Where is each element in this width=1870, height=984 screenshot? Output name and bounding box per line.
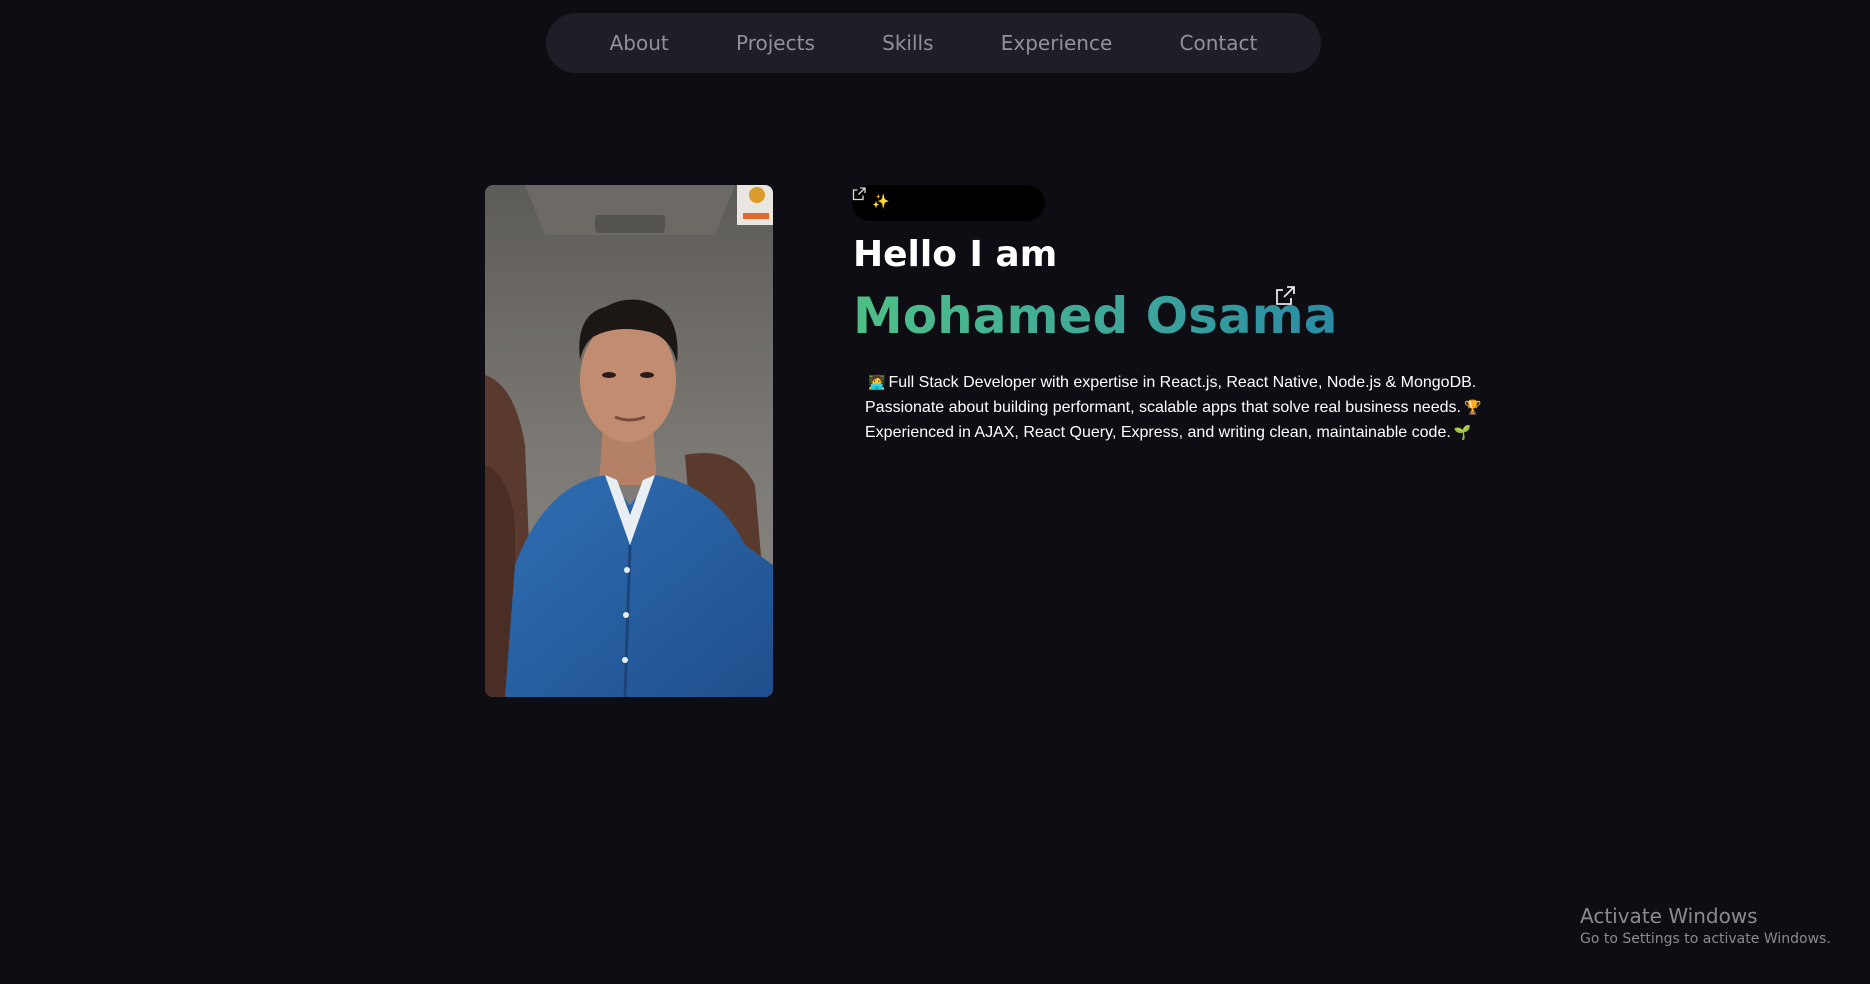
- windows-activation-watermark: Activate Windows Go to Settings to activ…: [1580, 903, 1831, 949]
- description-line-2: Passionate about building performant, sc…: [865, 395, 1485, 420]
- external-link-icon[interactable]: [1273, 284, 1297, 308]
- watermark-title: Activate Windows: [1580, 904, 1758, 928]
- description-text-2: Passionate about building performant, sc…: [865, 399, 1461, 416]
- description-line-3: Experienced in AJAX, React Query, Expres…: [865, 420, 1485, 445]
- description-line-1: 🧑‍💻 Full Stack Developer with expertise i…: [865, 370, 1485, 395]
- portfolio-page: About Projects Skills Experience Contact: [0, 0, 1870, 984]
- nav-item-about[interactable]: About: [600, 25, 679, 61]
- hero-description: 🧑‍💻 Full Stack Developer with expertise i…: [865, 370, 1485, 445]
- description-text-3: Experienced in AJAX, React Query, Expres…: [865, 424, 1451, 441]
- watermark-subtitle: Go to Settings to activate Windows.: [1580, 931, 1831, 947]
- top-nav: About Projects Skills Experience Contact: [546, 13, 1321, 73]
- greeting-heading: Hello I am: [853, 234, 1058, 275]
- sparkles-icon: ✨: [872, 193, 890, 209]
- nav-item-skills[interactable]: Skills: [872, 25, 943, 61]
- external-link-icon[interactable]: [851, 186, 867, 202]
- profile-photo: [485, 185, 773, 697]
- nav-item-projects[interactable]: Projects: [726, 25, 825, 61]
- technologist-emoji: 🧑‍💻: [868, 374, 886, 390]
- nav-item-contact[interactable]: Contact: [1170, 25, 1268, 61]
- name-heading: Mohamed Osama: [853, 287, 1338, 345]
- seedling-emoji: 🌱: [1453, 424, 1472, 440]
- description-text-1: Full Stack Developer with expertise in R…: [888, 374, 1477, 391]
- nav-item-experience[interactable]: Experience: [991, 25, 1123, 61]
- trophy-emoji: 🏆: [1463, 399, 1482, 415]
